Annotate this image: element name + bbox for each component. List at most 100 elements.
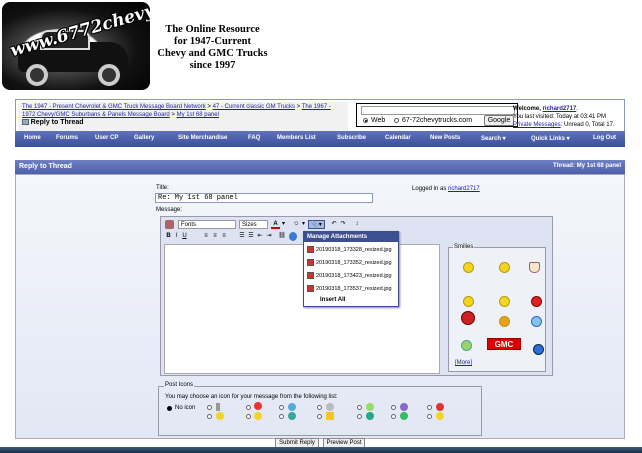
radio-icon-1[interactable] xyxy=(207,405,212,410)
link-icon[interactable]: ⛓ xyxy=(278,232,286,241)
resize-icon[interactable]: ↕ xyxy=(354,220,360,229)
nav-gallery[interactable]: Gallery xyxy=(134,135,154,141)
site-logo[interactable]: www.6772chevytrucks.com The Online Resou… xyxy=(0,0,275,92)
insert-all-button[interactable]: Insert All xyxy=(320,297,345,303)
radio-icon-8[interactable] xyxy=(317,414,322,419)
image-icon[interactable] xyxy=(289,232,297,241)
more-smilies-link[interactable]: [More] xyxy=(455,360,472,366)
message-label: Message: xyxy=(156,207,183,213)
nav-bar: Home Forums User CP Gallery Site Merchan… xyxy=(15,131,625,147)
post-icons-box: Post Icons You may choose an icon for yo… xyxy=(158,382,482,436)
post-icon-7 xyxy=(326,403,334,411)
radio-web[interactable] xyxy=(363,118,368,123)
post-icon-12 xyxy=(400,412,408,420)
nav-home[interactable]: Home xyxy=(24,135,41,141)
align-right-icon[interactable]: ≡ xyxy=(220,232,228,241)
post-icon-6 xyxy=(288,412,296,420)
nav-members-list[interactable]: Members List xyxy=(277,135,316,141)
undo-icon[interactable]: ↶ xyxy=(330,220,338,229)
manage-attachments-header[interactable]: Manage Attachments xyxy=(304,232,398,242)
post-icon-1 xyxy=(216,403,220,411)
gmc-badge-icon[interactable]: GMC xyxy=(487,338,521,350)
radio-icon-11[interactable] xyxy=(391,405,396,410)
post-icon-13 xyxy=(436,403,444,411)
image-file-icon xyxy=(307,285,314,292)
smilie-4-icon[interactable] xyxy=(463,296,474,307)
redo-icon[interactable]: ↷ xyxy=(339,220,347,229)
nav-faq[interactable]: FAQ xyxy=(248,135,260,141)
radio-icon-2[interactable] xyxy=(207,414,212,419)
breadcrumb-link-classic[interactable]: 47 - Current classic GM Trucks xyxy=(213,104,295,110)
smilie-10-icon[interactable] xyxy=(461,340,472,351)
coffee-smilie-icon[interactable] xyxy=(529,262,540,273)
italic-button[interactable]: I xyxy=(173,232,180,241)
nav-subscribe[interactable]: Subscribe xyxy=(337,135,366,141)
post-icon-11 xyxy=(400,403,408,411)
post-icons-hint: You may choose an icon for your message … xyxy=(165,394,338,400)
radio-icon-7[interactable] xyxy=(317,405,322,410)
text-color-button[interactable]: A xyxy=(271,220,280,229)
radio-no-icon[interactable] xyxy=(167,406,172,411)
unordered-list-icon[interactable]: ☰ xyxy=(247,232,255,241)
smilie-9-icon[interactable] xyxy=(531,316,542,327)
radio-site[interactable] xyxy=(394,118,399,123)
radio-icon-9[interactable] xyxy=(357,405,362,410)
google-search-button[interactable]: Google xyxy=(484,115,514,126)
nav-forums[interactable]: Forums xyxy=(56,135,78,141)
breadcrumb-link-network[interactable]: The 1947 - Present Chevrolet & GMC Truck… xyxy=(22,104,206,110)
size-select[interactable]: Sizes xyxy=(239,220,268,229)
logged-in-user-link[interactable]: richard2717 xyxy=(448,186,480,192)
nav-user-cp[interactable]: User CP xyxy=(95,135,118,141)
align-left-icon[interactable]: ≡ xyxy=(202,232,210,241)
username-link[interactable]: richard2717 xyxy=(543,106,577,112)
attachment-item-3[interactable]: 20190318_173423_resized.jpg xyxy=(307,272,392,279)
nav-search[interactable]: Search ▾ xyxy=(481,135,506,142)
google-query-input[interactable] xyxy=(361,106,515,115)
smilie-5-icon[interactable] xyxy=(499,296,510,307)
switch-mode-icon[interactable] xyxy=(165,220,174,229)
radio-icon-5[interactable] xyxy=(279,405,284,410)
attachment-item-4[interactable]: 20190318_173537_resized.jpg xyxy=(307,285,392,292)
nav-calendar[interactable]: Calendar xyxy=(385,135,411,141)
smilie-12-icon[interactable] xyxy=(533,344,544,355)
outdent-icon[interactable]: ⇤ xyxy=(256,232,264,241)
breadcrumb-folder-icon xyxy=(22,119,29,126)
smilie-picker-icon[interactable]: ☺ xyxy=(292,220,301,229)
attachment-button[interactable]: 📎▾ xyxy=(308,220,325,229)
title-label: Title: xyxy=(156,185,169,191)
underline-button[interactable]: U xyxy=(181,232,188,241)
radio-icon-13[interactable] xyxy=(427,405,432,410)
radio-icon-14[interactable] xyxy=(427,414,432,419)
nav-quick-links[interactable]: Quick Links ▾ xyxy=(531,135,570,142)
nav-log-out[interactable]: Log Out xyxy=(593,135,616,141)
smilie-8-icon[interactable] xyxy=(499,316,510,327)
welcome-box: Welcome, richard2717. You last visited: … xyxy=(513,106,615,128)
attachment-item-1[interactable]: 20190318_173328_resized.jpg xyxy=(307,246,392,253)
nav-merchandise[interactable]: Site Merchandise xyxy=(178,135,227,141)
reply-panel-header: Reply to Thread Thread: My 1st 68 panel xyxy=(15,160,625,174)
indent-icon[interactable]: ⇥ xyxy=(265,232,273,241)
ordered-list-icon[interactable]: ☰ xyxy=(238,232,246,241)
align-center-icon[interactable]: ≡ xyxy=(211,232,219,241)
font-select[interactable]: Fonts xyxy=(178,220,236,229)
radio-icon-6[interactable] xyxy=(279,414,284,419)
breadcrumb-link-thread[interactable]: My 1st 68 panel xyxy=(177,112,219,118)
color-dropdown-icon[interactable]: ▾ xyxy=(281,220,286,229)
smilie-6-icon[interactable] xyxy=(531,296,542,307)
smilie-7-icon[interactable] xyxy=(461,311,475,325)
radio-icon-10[interactable] xyxy=(357,414,362,419)
smilie-dropdown-icon[interactable]: ▾ xyxy=(301,220,306,229)
nav-new-posts[interactable]: New Posts xyxy=(430,135,460,141)
tagline: The Online Resource for 1947-Current Che… xyxy=(157,24,268,71)
smilie-2-icon[interactable] xyxy=(499,262,510,273)
bold-button[interactable]: B xyxy=(165,232,172,241)
radio-icon-4[interactable] xyxy=(246,414,251,419)
title-input[interactable]: Re: My 1st 68 panel xyxy=(155,193,373,203)
private-messages-link[interactable]: Private Messages xyxy=(513,122,561,128)
thread-label: Thread: My 1st 68 panel xyxy=(552,163,621,169)
radio-icon-3[interactable] xyxy=(246,405,251,410)
os-taskbar xyxy=(0,447,642,453)
smilie-1-icon[interactable] xyxy=(463,262,474,273)
attachment-item-2[interactable]: 20190318_173352_resized.jpg xyxy=(307,259,392,266)
radio-icon-12[interactable] xyxy=(391,414,396,419)
